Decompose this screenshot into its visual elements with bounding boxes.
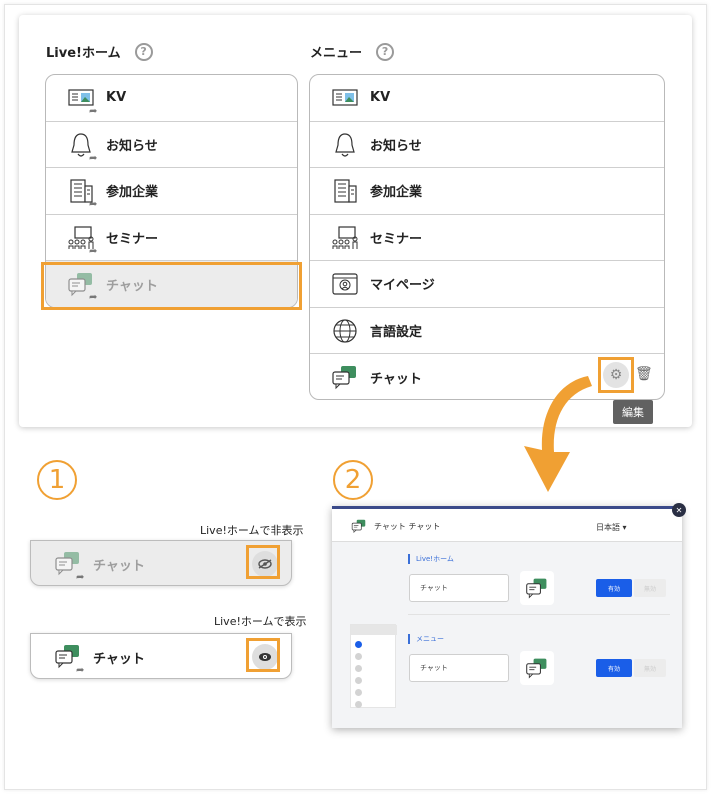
menu-item-label: セミナー bbox=[370, 231, 423, 247]
menu-item-mypage[interactable]: マイページ bbox=[310, 261, 664, 308]
nav-dot[interactable] bbox=[355, 677, 362, 684]
flow-arrow-icon bbox=[524, 376, 592, 492]
chat-icon bbox=[524, 576, 550, 600]
close-icon[interactable]: ✕ bbox=[672, 503, 686, 517]
home-column-title: Live!ホーム ? bbox=[46, 42, 153, 61]
home-item-news[interactable]: ➦ お知らせ bbox=[46, 122, 297, 168]
language-select[interactable]: 日本語 ▾ bbox=[596, 522, 627, 533]
chat-icon bbox=[330, 363, 360, 391]
menu-item-label: お知らせ bbox=[370, 138, 422, 154]
home-item-kv[interactable]: ➦ KV bbox=[46, 75, 297, 122]
highlight-eye-off bbox=[246, 545, 280, 579]
menu-item-label: KV bbox=[370, 90, 391, 106]
kv-icon bbox=[330, 84, 360, 112]
highlight-eye bbox=[246, 638, 280, 672]
chat-icon bbox=[524, 656, 550, 680]
home-icon-picker[interactable] bbox=[520, 571, 554, 605]
menu-icon-picker[interactable] bbox=[520, 651, 554, 685]
nav-dot[interactable] bbox=[355, 689, 362, 696]
shown-chat-label: チャット bbox=[93, 652, 145, 667]
trash-icon[interactable]: 🗑 bbox=[635, 366, 653, 382]
nav-dot-active[interactable] bbox=[355, 641, 362, 648]
side-panel bbox=[350, 624, 397, 708]
share-arrow-icon: ➦ bbox=[89, 152, 98, 164]
menu-column-title: メニュー ? bbox=[310, 42, 395, 61]
help-icon[interactable]: ? bbox=[376, 42, 395, 61]
nav-dot[interactable] bbox=[355, 665, 362, 672]
help-icon[interactable]: ? bbox=[134, 42, 153, 61]
home-item-companies[interactable]: ➦ 参加企業 bbox=[46, 168, 297, 215]
chat-icon bbox=[350, 518, 368, 534]
section-divider bbox=[408, 614, 670, 615]
menu-item-kv[interactable]: KV bbox=[310, 75, 664, 122]
menu-item-label: 言語設定 bbox=[370, 324, 423, 340]
home-item-seminar[interactable]: ➦ セミナー bbox=[46, 215, 297, 261]
globe-icon bbox=[330, 317, 360, 345]
dialog-header: チャット チャット 日本語 ▾ bbox=[332, 506, 682, 542]
bell-icon bbox=[330, 131, 360, 159]
share-arrow-icon: ➦ bbox=[89, 106, 98, 117]
hidden-chat-label: チャット bbox=[93, 559, 145, 574]
building-icon bbox=[330, 177, 360, 205]
hidden-caption: Live!ホームで非表示 bbox=[200, 524, 304, 537]
menu-label-input[interactable]: チャット bbox=[409, 654, 509, 682]
menu-enable-button[interactable]: 有効 bbox=[596, 659, 632, 677]
home-item-label: KV bbox=[106, 90, 127, 106]
menu-item-seminar[interactable]: セミナー bbox=[310, 215, 664, 261]
menu-item-label: マイページ bbox=[370, 278, 435, 294]
share-arrow-icon: ➦ bbox=[76, 572, 85, 583]
highlight-hidden-chat bbox=[41, 262, 302, 310]
home-label-input[interactable]: チャット bbox=[409, 574, 509, 602]
home-item-label: セミナー bbox=[106, 231, 159, 247]
highlight-gear bbox=[598, 357, 634, 393]
share-arrow-icon: ➦ bbox=[89, 199, 98, 210]
mypage-icon bbox=[330, 270, 360, 298]
dialog-title: チャット チャット bbox=[374, 522, 441, 531]
menu-item-companies[interactable]: 参加企業 bbox=[310, 168, 664, 215]
step-1-badge: 1 bbox=[37, 460, 77, 500]
menu-item-label: チャット bbox=[370, 371, 422, 387]
share-arrow-icon: ➦ bbox=[89, 245, 98, 257]
home-item-label: お知らせ bbox=[106, 138, 158, 154]
menu-item-label: 参加企業 bbox=[370, 185, 423, 201]
menu-item-news[interactable]: お知らせ bbox=[310, 122, 664, 168]
nav-dot[interactable] bbox=[355, 701, 362, 708]
section-menu-label: メニュー bbox=[408, 634, 444, 644]
menu-item-language[interactable]: 言語設定 bbox=[310, 308, 664, 354]
side-panel-header bbox=[351, 625, 397, 635]
edit-tooltip: 編集 bbox=[613, 400, 653, 424]
step-2-badge: 2 bbox=[333, 460, 373, 500]
home-disable-button[interactable]: 無効 bbox=[634, 579, 666, 597]
home-item-label: 参加企業 bbox=[106, 185, 159, 201]
menu-disable-button[interactable]: 無効 bbox=[634, 659, 666, 677]
shown-caption: Live!ホームで表示 bbox=[214, 615, 307, 628]
home-enable-button[interactable]: 有効 bbox=[596, 579, 632, 597]
share-arrow-icon: ➦ bbox=[76, 665, 85, 676]
edit-dialog-screenshot: チャット チャット 日本語 ▾ Live!ホーム チャット 有効 無効 メニュー… bbox=[332, 506, 682, 728]
seminar-icon bbox=[330, 224, 360, 252]
menu-list: KV お知らせ 参加企業 セミナー マイページ 言語設定 チャット bbox=[309, 74, 665, 400]
section-home-label: Live!ホーム bbox=[408, 554, 454, 564]
nav-dot[interactable] bbox=[355, 653, 362, 660]
